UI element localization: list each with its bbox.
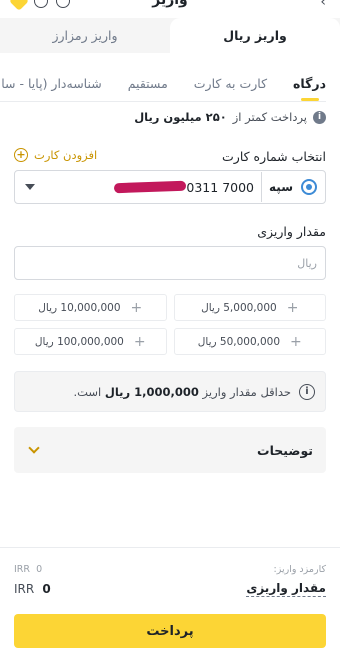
tab-direct[interactable]: مستقیم bbox=[128, 66, 168, 101]
quick-amount-value: 100,000,000 bbox=[57, 335, 124, 348]
quick-amount-button[interactable]: + 10,000,000 ریال bbox=[14, 294, 167, 321]
limit-info: i پرداخت کمتر از ۲۵۰ میلیون ریال bbox=[134, 110, 326, 124]
divider bbox=[261, 172, 263, 202]
quick-amount-button[interactable]: + 100,000,000 ریال bbox=[14, 328, 167, 355]
bank-logo-icon bbox=[301, 179, 317, 195]
amount-summary-value: IRR 0 bbox=[14, 582, 51, 596]
plus-icon: + bbox=[133, 333, 146, 350]
amount-total: 0 bbox=[42, 582, 51, 596]
quick-amount-value: 50,000,000 bbox=[219, 335, 281, 348]
info-icon: i bbox=[299, 383, 315, 400]
top-bar: واریز › bbox=[0, 0, 340, 12]
quick-amount-unit: ریال bbox=[201, 301, 220, 314]
plus-icon: + bbox=[290, 333, 302, 350]
quick-amount-unit: ریال bbox=[197, 335, 217, 348]
quick-amount-value: 5,000,000 bbox=[223, 301, 277, 314]
amount-input[interactable] bbox=[15, 256, 317, 270]
min-notice-amount: 1,000,000 ریال bbox=[104, 384, 199, 399]
amount-summary-label: مقدار واریزی bbox=[246, 581, 326, 597]
min-deposit-notice: i حداقل مقدار واریز 1,000,000 ریال است. bbox=[14, 371, 326, 412]
fee-currency: IRR bbox=[14, 564, 31, 575]
deposit-type-tabs: واریز ریال واریز رمزارز bbox=[0, 18, 340, 53]
method-tabs: درگاه کارت به کارت مستقیم شناسه‌دار (پای… bbox=[0, 66, 326, 102]
redaction-mark bbox=[114, 180, 187, 194]
add-card-label: افزودن کارت bbox=[34, 148, 98, 162]
amount-currency: IRR bbox=[14, 582, 35, 596]
tab-card-to-card[interactable]: کارت به کارت bbox=[194, 66, 267, 101]
card-select-dropdown[interactable]: سپه 0311 7000 bbox=[14, 170, 326, 204]
quick-amount-button[interactable]: + 50,000,000 ریال bbox=[173, 328, 326, 355]
info-icon: i bbox=[313, 110, 326, 124]
add-circle-icon: + bbox=[14, 148, 28, 162]
bank-name: سپه bbox=[269, 180, 293, 194]
quick-amount-value: 10,000,000 bbox=[60, 301, 121, 314]
min-notice-suffix: است. bbox=[73, 384, 102, 399]
description-label: توضیحات bbox=[257, 442, 313, 458]
page-title: واریز bbox=[152, 0, 188, 8]
quick-amount-unit: ریال bbox=[34, 335, 54, 348]
quick-amount-grid: + 5,000,000 ریال + 10,000,000 ریال + 50,… bbox=[14, 294, 326, 355]
card-select-label: انتخاب شماره کارت bbox=[222, 149, 326, 164]
limit-info-amount: ۲۵۰ میلیون ریال bbox=[134, 110, 227, 124]
add-card-button[interactable]: افزودن کارت + bbox=[14, 148, 97, 162]
amount-field[interactable] bbox=[14, 246, 326, 280]
fee-row: کارمزد واریز: IRR 0 bbox=[14, 564, 326, 575]
card-number: 0311 7000 bbox=[112, 180, 254, 195]
footer-summary: کارمزد واریز: IRR 0 مقدار واریزی IRR 0 پ… bbox=[0, 547, 340, 650]
plus-icon: + bbox=[130, 299, 143, 316]
card-number-visible: 0311 7000 bbox=[186, 179, 255, 195]
chevron-down-icon bbox=[25, 184, 35, 190]
chevron-down-icon bbox=[28, 442, 40, 454]
pay-button[interactable]: پرداخت bbox=[14, 614, 326, 648]
tab-gateway[interactable]: درگاه bbox=[293, 66, 326, 101]
min-notice-prefix: حداقل مقدار واریز bbox=[202, 384, 291, 399]
tab-id-deposit[interactable]: شناسه‌دار (پایا - سا bbox=[1, 66, 101, 101]
quick-amount-button[interactable]: + 5,000,000 ریال bbox=[173, 294, 326, 321]
tab-rial-deposit[interactable]: واریز ریال bbox=[170, 18, 340, 53]
back-arrow-icon[interactable]: › bbox=[320, 0, 326, 10]
tab-crypto-deposit[interactable]: واریز رمزارز bbox=[0, 18, 170, 53]
plus-icon: + bbox=[286, 299, 299, 316]
quick-amount-unit: ریال bbox=[38, 301, 58, 314]
amount-row: مقدار واریزی IRR 0 bbox=[14, 581, 326, 597]
fee-value: IRR 0 bbox=[14, 564, 42, 575]
amount-label: مقدار واریزی bbox=[257, 224, 326, 239]
fee-amount: 0 bbox=[36, 564, 43, 575]
fee-label: کارمزد واریز: bbox=[273, 564, 327, 575]
description-accordion[interactable]: توضیحات bbox=[14, 427, 326, 473]
limit-info-prefix: پرداخت کمتر از bbox=[232, 110, 307, 124]
